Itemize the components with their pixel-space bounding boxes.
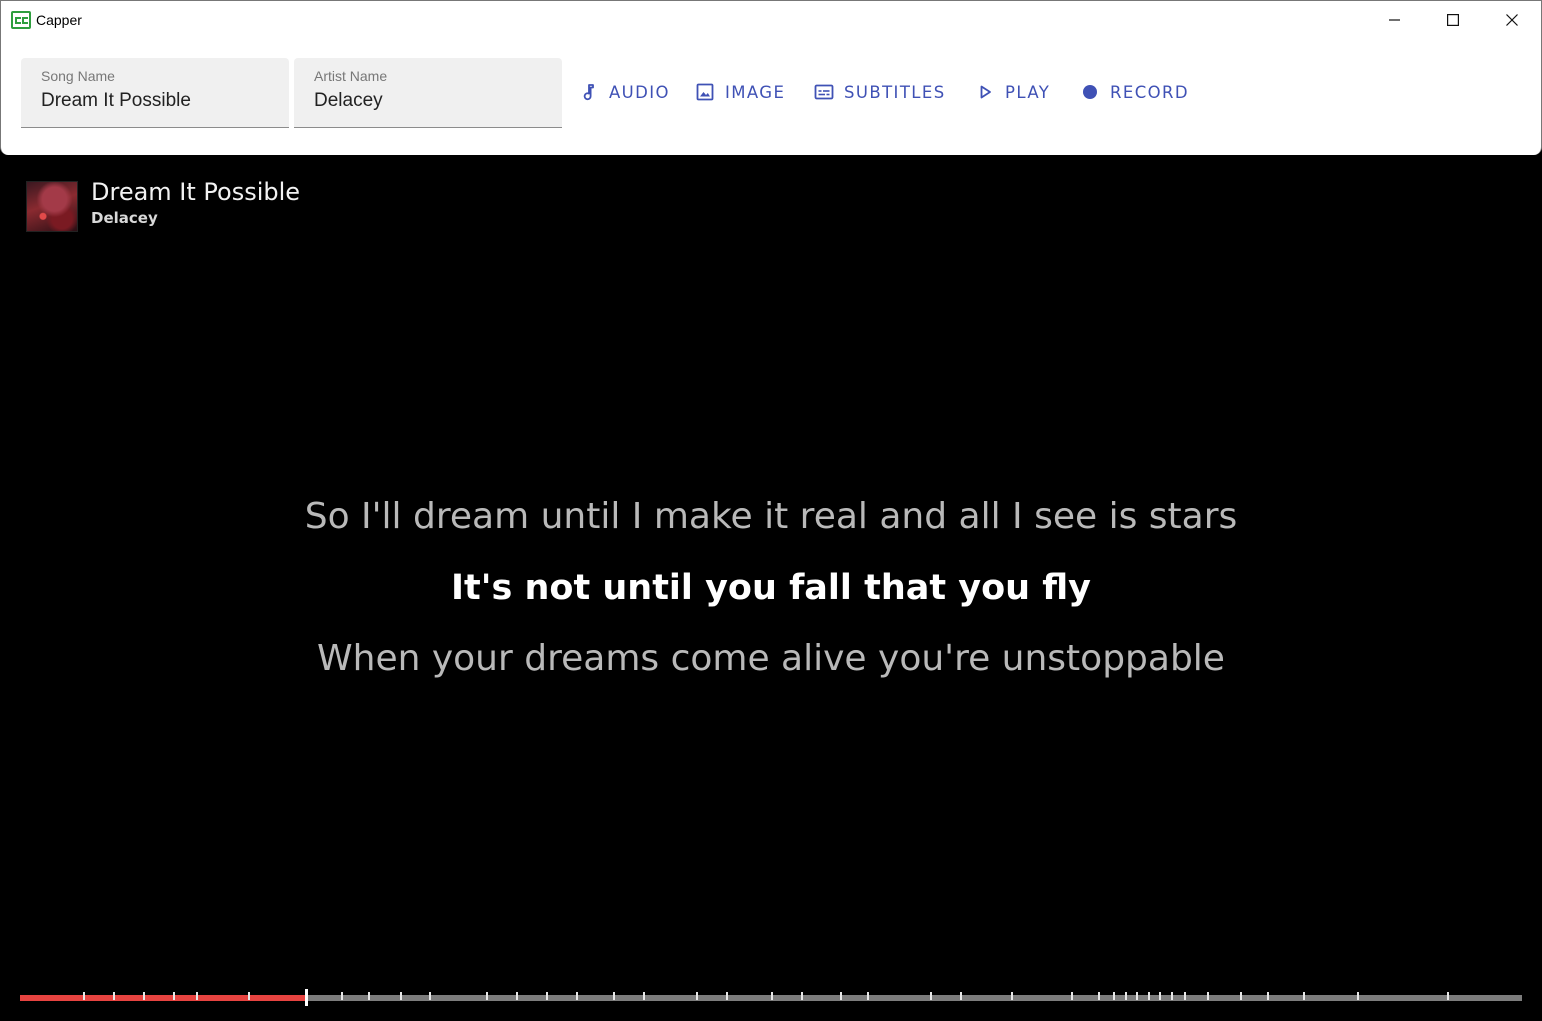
artist-name-input[interactable] [314, 90, 544, 112]
window-title-bar: Capper [0, 0, 1542, 40]
subtitle-cue-marker[interactable] [1207, 992, 1209, 1000]
subtitle-cue-marker[interactable] [1447, 992, 1449, 1000]
minimize-button[interactable] [1366, 1, 1424, 39]
playhead[interactable] [305, 989, 308, 1006]
close-button[interactable] [1483, 1, 1541, 39]
subtitle-cue-marker[interactable] [368, 992, 370, 1000]
subtitle-cue-marker[interactable] [1159, 992, 1161, 1000]
subtitle-cue-marker[interactable] [840, 992, 842, 1000]
subtitle-cue-marker[interactable] [113, 992, 115, 1000]
subtitle-cue-marker[interactable] [613, 992, 615, 1000]
subtitle-cue-marker[interactable] [143, 992, 145, 1000]
subtitle-cue-marker[interactable] [1011, 992, 1013, 1000]
play-button[interactable]: PLAY [975, 74, 1050, 110]
record-button-label: RECORD [1110, 82, 1189, 102]
minimize-icon [1389, 19, 1400, 21]
closed-captions-icon [11, 11, 31, 29]
maximize-icon [1447, 14, 1459, 26]
subtitle-cue-marker[interactable] [248, 992, 250, 1000]
subtitle-cue-marker[interactable] [196, 992, 198, 1000]
subtitle-cue-marker[interactable] [726, 992, 728, 1000]
progress-fill [20, 995, 306, 1001]
record-icon [1083, 85, 1097, 99]
subtitle-cue-marker[interactable] [83, 992, 85, 1000]
subtitle-cue-marker[interactable] [546, 992, 548, 1000]
lyric-next: When your dreams come alive you're unsto… [317, 638, 1225, 679]
play-icon [980, 85, 991, 99]
subtitle-cue-marker[interactable] [960, 992, 962, 1000]
subtitle-cue-marker[interactable] [801, 992, 803, 1000]
subtitles-button[interactable]: SUBTITLES [814, 74, 946, 110]
subtitle-cue-marker[interactable] [576, 992, 578, 1000]
subtitle-cue-marker[interactable] [516, 992, 518, 1000]
song-name-field[interactable]: Song Name [21, 58, 289, 128]
audio-button-label: AUDIO [609, 82, 670, 102]
song-name-label: Song Name [41, 68, 115, 84]
subtitle-cue-marker[interactable] [696, 992, 698, 1000]
artist-name-field[interactable]: Artist Name [294, 58, 562, 128]
toolbar: Song Name Artist Name AUDIO IMAGE SUBTIT… [0, 40, 1542, 155]
subtitle-cue-marker[interactable] [1184, 992, 1186, 1000]
play-button-label: PLAY [1005, 82, 1051, 102]
subtitle-cue-marker[interactable] [1171, 992, 1173, 1000]
image-button-label: IMAGE [725, 82, 786, 102]
subtitle-cue-marker[interactable] [486, 992, 488, 1000]
window-title: Capper [36, 12, 82, 28]
image-icon [696, 83, 714, 101]
maximize-button[interactable] [1424, 1, 1482, 39]
album-cover [26, 181, 78, 232]
subtitle-cue-marker[interactable] [1125, 992, 1127, 1000]
lyric-previous: So I'll dream until I make it real and a… [304, 496, 1238, 537]
subtitle-cue-marker[interactable] [1267, 992, 1269, 1000]
lyrics-display: So I'll dream until I make it real and a… [0, 490, 1542, 703]
lyric-current: It's not until you fall that you fly [451, 568, 1091, 608]
subtitle-cue-marker[interactable] [643, 992, 645, 1000]
now-playing-artist: Delacey [91, 209, 158, 227]
subtitle-cue-marker[interactable] [429, 992, 431, 1000]
artist-name-label: Artist Name [314, 68, 388, 84]
subtitle-cue-marker[interactable] [1240, 992, 1242, 1000]
subtitle-cue-marker[interactable] [173, 992, 175, 1000]
subtitle-cue-marker[interactable] [1357, 992, 1359, 1000]
subtitle-cue-marker[interactable] [867, 992, 869, 1000]
record-button[interactable]: RECORD [1080, 74, 1189, 110]
subtitle-cue-marker[interactable] [1136, 992, 1138, 1000]
subtitle-cue-marker[interactable] [1303, 992, 1305, 1000]
subtitle-cue-marker[interactable] [1113, 992, 1115, 1000]
song-name-input[interactable] [41, 90, 271, 112]
subtitle-cue-marker[interactable] [1098, 992, 1100, 1000]
audio-button[interactable]: AUDIO [579, 74, 670, 110]
subtitles-button-label: SUBTITLES [844, 82, 946, 102]
subtitle-cue-marker[interactable] [341, 992, 343, 1000]
music-note-icon [583, 84, 594, 101]
subtitle-cue-marker[interactable] [930, 992, 932, 1000]
subtitle-cue-marker[interactable] [400, 992, 402, 1000]
subtitles-icon [814, 84, 834, 100]
image-button[interactable]: IMAGE [695, 74, 785, 110]
subtitle-cue-marker[interactable] [1148, 992, 1150, 1000]
now-playing-title: Dream It Possible [91, 178, 301, 206]
subtitle-cue-marker[interactable] [771, 992, 773, 1000]
subtitle-cue-marker[interactable] [1071, 992, 1073, 1000]
progress-timeline[interactable] [20, 989, 1522, 1007]
close-icon [1506, 14, 1518, 26]
